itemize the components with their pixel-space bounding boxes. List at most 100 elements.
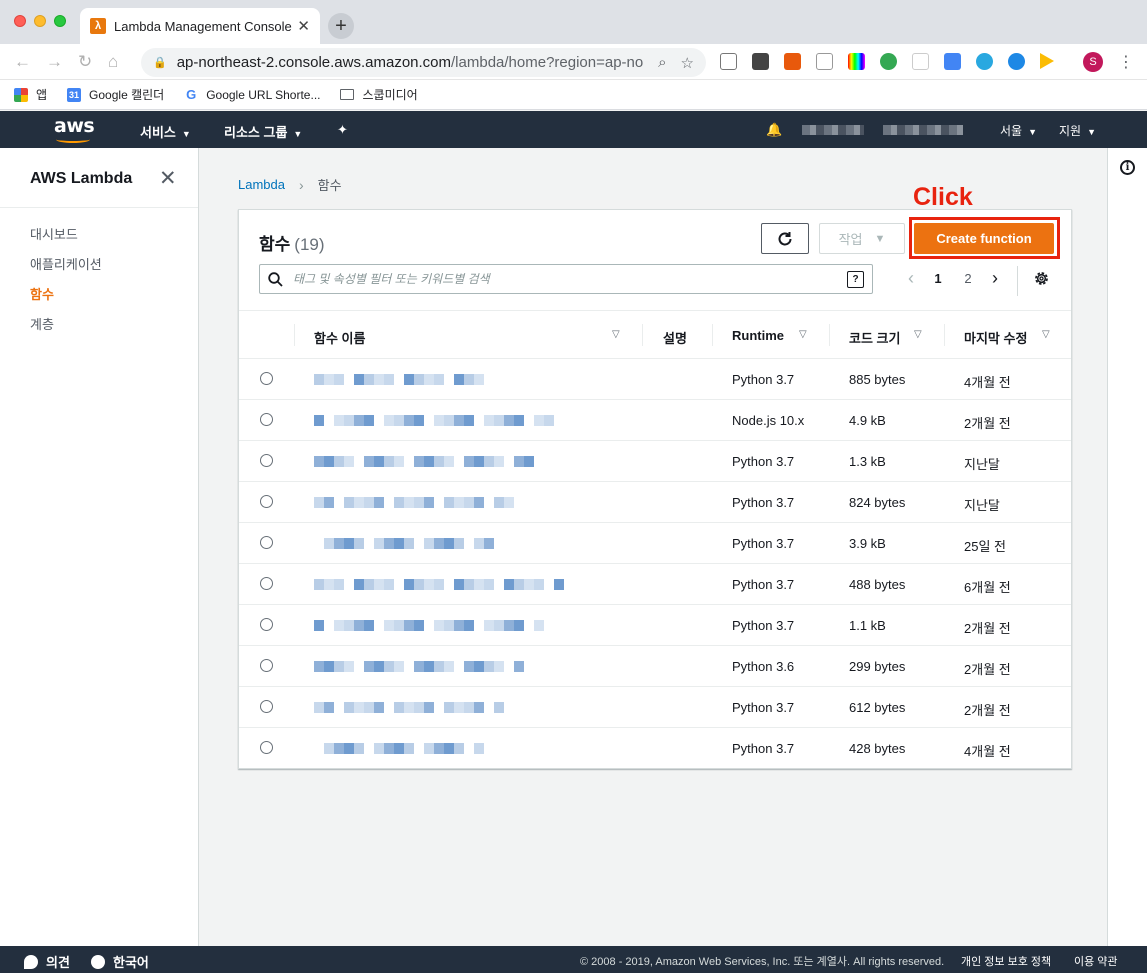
sort-caret-icon[interactable]: ▽	[612, 329, 620, 340]
sort-caret-icon[interactable]: ▽	[1042, 329, 1050, 340]
row-select-radio[interactable]	[260, 618, 273, 631]
row-select-radio[interactable]	[260, 372, 273, 385]
last-modified-cell: 2개월 전	[964, 662, 1011, 677]
table-row[interactable]: Python 3.7 612 bytes 2개월 전	[239, 687, 1071, 728]
extension-icon[interactable]	[752, 53, 769, 70]
extension-icon[interactable]	[816, 53, 833, 70]
reload-icon[interactable]: ↻	[78, 52, 92, 72]
next-page-icon[interactable]: ›	[983, 268, 1007, 289]
prev-page-icon[interactable]: ‹	[899, 268, 923, 289]
window-zoom-button[interactable]	[54, 15, 66, 27]
table-row[interactable]: Python 3.6 299 bytes 2개월 전	[239, 646, 1071, 687]
row-select-radio[interactable]	[260, 536, 273, 549]
extension-icon[interactable]	[720, 53, 737, 70]
col-code-size[interactable]: 코드 크기	[849, 328, 900, 347]
home-icon[interactable]: ⌂	[108, 52, 118, 72]
table-row[interactable]: Python 3.7 824 bytes 지난달	[239, 482, 1071, 523]
sidenav-item-dashboard[interactable]: 대시보드	[30, 224, 78, 243]
translate-icon[interactable]	[944, 53, 961, 70]
divider	[0, 207, 198, 208]
services-menu[interactable]: 서비스 ▼	[140, 122, 191, 141]
info-icon[interactable]: i	[1120, 160, 1135, 175]
bookmark-apps[interactable]: 앱	[14, 86, 47, 103]
create-function-button[interactable]: Create function	[914, 223, 1054, 254]
table-row[interactable]: Python 3.7 488 bytes 6개월 전	[239, 564, 1071, 605]
browser-menu-icon[interactable]: ⋮	[1118, 52, 1134, 72]
tab-close-icon[interactable]: ✕	[297, 17, 310, 35]
table-row[interactable]: Python 3.7 885 bytes 4개월 전	[239, 359, 1071, 400]
account-id-redacted[interactable]	[883, 125, 963, 135]
row-select-radio[interactable]	[260, 413, 273, 426]
table-row[interactable]: Python 3.7 3.9 kB 25일 전	[239, 523, 1071, 564]
forward-icon[interactable]: →	[46, 52, 63, 72]
extension-icon[interactable]	[912, 53, 929, 70]
zoom-search-icon[interactable]: ⌕	[658, 54, 666, 71]
page-1[interactable]: 1	[923, 271, 953, 286]
lambda-favicon-icon: λ	[90, 18, 106, 34]
row-select-radio[interactable]	[260, 454, 273, 467]
actions-button[interactable]: 작업 ▼	[819, 223, 905, 254]
window-close-button[interactable]	[14, 15, 26, 27]
sidenav-item-layers[interactable]: 계층	[30, 314, 54, 333]
col-function-name[interactable]: 함수 이름	[314, 328, 365, 347]
search-input[interactable]	[293, 272, 847, 286]
help-question-icon[interactable]: ?	[847, 270, 864, 288]
row-select-radio[interactable]	[260, 577, 273, 590]
row-select-radio[interactable]	[260, 741, 273, 754]
lock-icon: 🔒	[153, 57, 167, 69]
divider	[712, 324, 713, 346]
row-select-radio[interactable]	[260, 700, 273, 713]
terms-link[interactable]: 이용 약관	[1074, 953, 1118, 969]
search-filter[interactable]: ?	[259, 264, 873, 294]
extension-icon[interactable]	[848, 53, 865, 70]
col-description[interactable]: 설명	[663, 328, 687, 347]
col-runtime[interactable]: Runtime	[732, 328, 784, 343]
address-bar[interactable]: 🔒 ap-northeast-2.console.aws.amazon.com/…	[141, 48, 706, 77]
pin-icon[interactable]: ✦	[337, 122, 348, 138]
notification-bell-icon[interactable]: 🔔	[766, 122, 782, 138]
language-button[interactable]: 한국어	[91, 952, 149, 971]
account-name-redacted[interactable]	[802, 125, 864, 135]
browser-tab[interactable]: λ Lambda Management Console ✕	[80, 8, 320, 44]
sidenav-item-applications[interactable]: 애플리케이션	[30, 254, 102, 273]
extension-icon[interactable]	[1008, 53, 1025, 70]
col-last-modified[interactable]: 마지막 수정	[964, 328, 1027, 347]
breadcrumb-lambda-link[interactable]: Lambda	[238, 177, 285, 192]
play-icon[interactable]	[1040, 53, 1054, 69]
extension-icon[interactable]	[784, 53, 801, 70]
bookmark-star-icon[interactable]: ☆	[681, 54, 694, 72]
table-row[interactable]: Node.js 10.x 4.9 kB 2개월 전	[239, 400, 1071, 441]
refresh-button[interactable]	[761, 223, 809, 254]
bookmark-google-url-shortener[interactable]: G Google URL Shorte...	[184, 87, 320, 102]
privacy-policy-link[interactable]: 개인 정보 보호 정책	[961, 953, 1051, 969]
table-row[interactable]: Python 3.7 1.3 kB 지난달	[239, 441, 1071, 482]
row-select-radio[interactable]	[260, 659, 273, 672]
breadcrumb-current: 함수	[317, 178, 342, 193]
gear-icon[interactable]	[1033, 270, 1050, 287]
sidenav-item-functions[interactable]: 함수	[30, 284, 54, 303]
row-select-radio[interactable]	[260, 495, 273, 508]
runtime-cell: Node.js 10.x	[732, 413, 805, 428]
support-menu[interactable]: 지원 ▼	[1059, 122, 1096, 139]
back-icon[interactable]: ←	[14, 52, 31, 72]
extension-icon[interactable]	[880, 53, 897, 70]
url-text: ap-northeast-2.console.aws.amazon.com/la…	[176, 54, 645, 71]
bookmark-folder[interactable]: 스쿱미디어	[340, 86, 418, 103]
sort-caret-icon[interactable]: ▽	[914, 329, 922, 340]
extension-icon[interactable]	[976, 53, 993, 70]
feedback-button[interactable]: 의견	[24, 952, 70, 971]
region-menu[interactable]: 서울 ▼	[1000, 122, 1037, 139]
table-row[interactable]: Python 3.7 428 bytes 4개월 전	[239, 728, 1071, 769]
table-row[interactable]: Python 3.7 1.1 kB 2개월 전	[239, 605, 1071, 646]
page-2[interactable]: 2	[953, 271, 983, 286]
resource-groups-menu[interactable]: 리소스 그룹 ▼	[224, 122, 302, 141]
sort-caret-icon[interactable]: ▽	[799, 329, 807, 340]
profile-avatar[interactable]: S	[1083, 52, 1103, 72]
function-count: (19)	[294, 235, 325, 254]
close-icon[interactable]: ✕	[159, 166, 177, 191]
new-tab-button[interactable]: +	[328, 13, 354, 39]
window-minimize-button[interactable]	[34, 15, 46, 27]
bookmark-google-calendar[interactable]: 31 Google 캘린더	[67, 86, 164, 103]
aws-logo[interactable]: aws	[54, 115, 95, 137]
runtime-cell: Python 3.6	[732, 659, 795, 674]
